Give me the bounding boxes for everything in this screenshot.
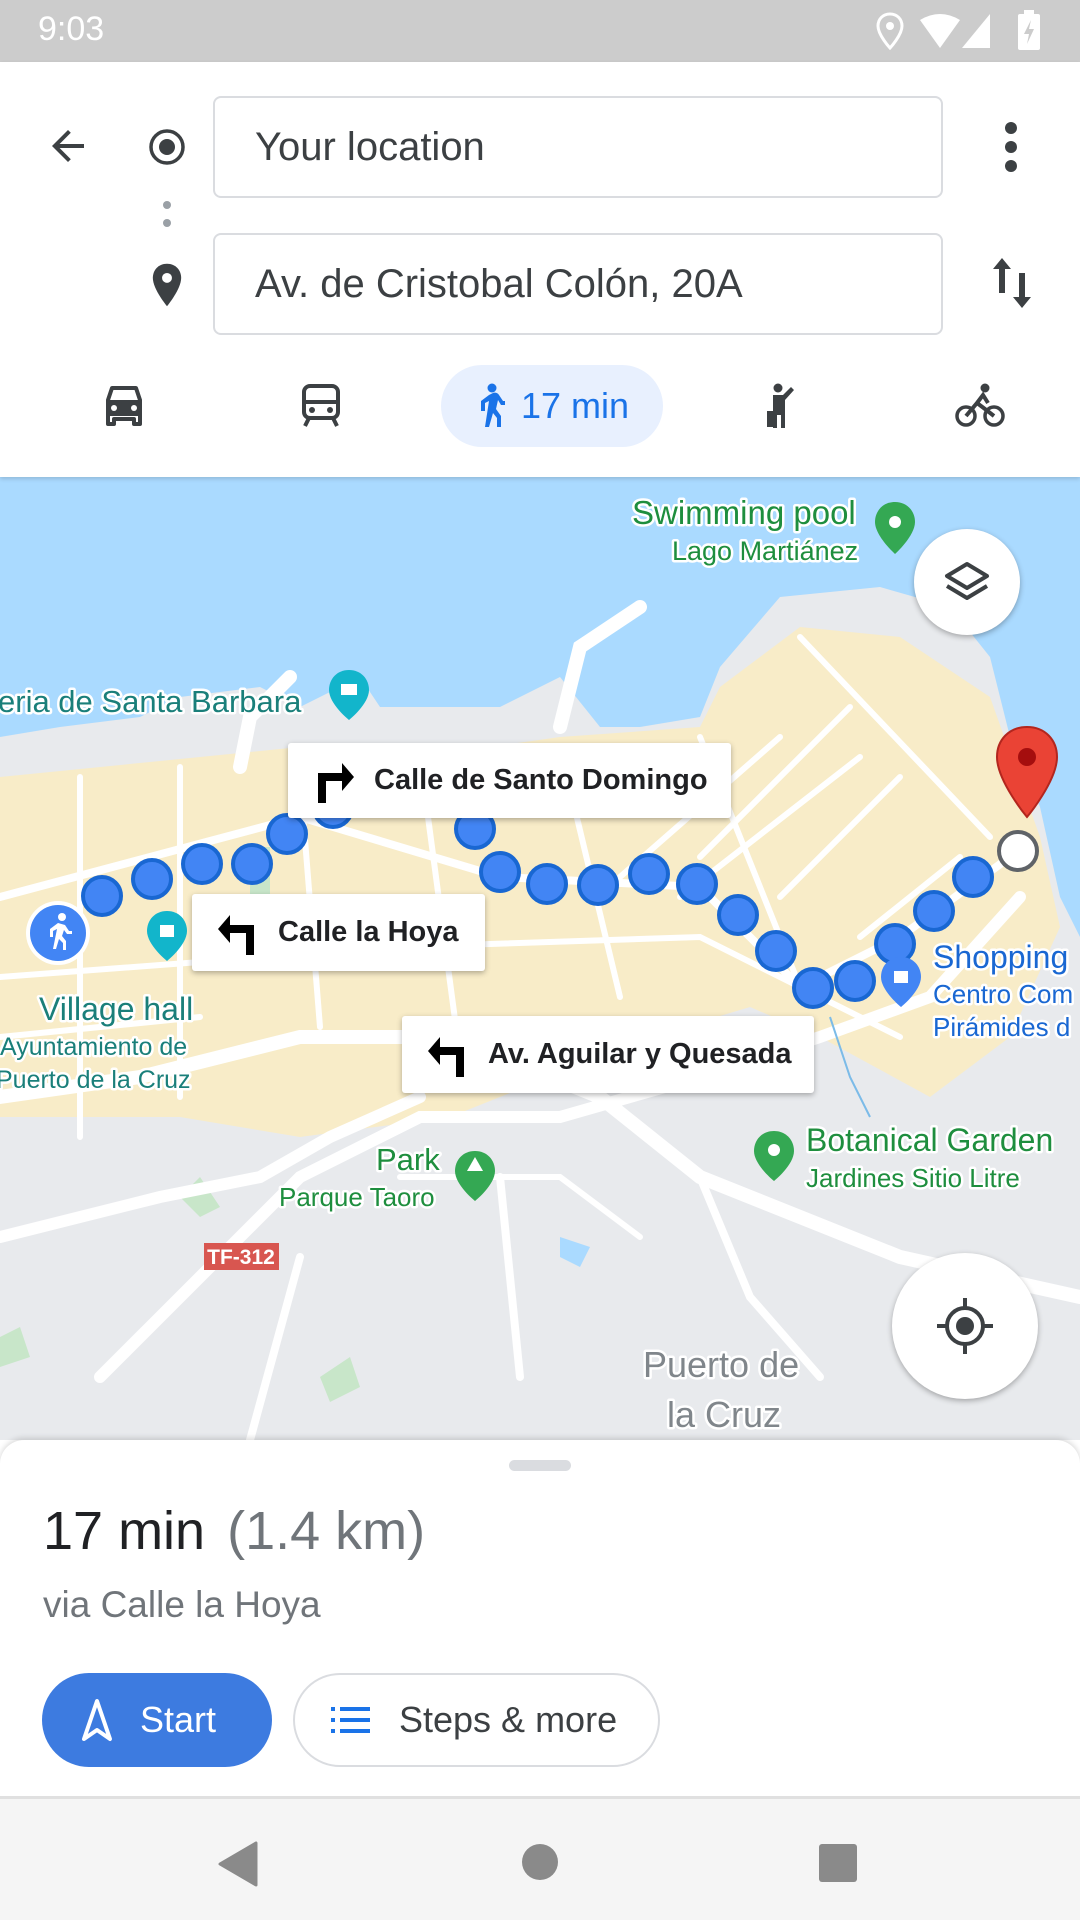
my-location-icon (937, 1298, 993, 1354)
layers-button[interactable] (914, 529, 1020, 635)
map-label-city: Puerto de (643, 1344, 799, 1385)
route-dot (874, 923, 916, 965)
start-label: Start (140, 1699, 217, 1740)
wifi-icon (920, 14, 960, 48)
turn-left-icon (218, 914, 254, 955)
mode-driving-tab[interactable] (84, 365, 164, 447)
turn-callout-aguilar[interactable]: Av. Aguilar y Quesada (402, 1016, 814, 1093)
navigation-arrow-icon (82, 1699, 112, 1741)
walker-start-icon (26, 901, 90, 965)
car-icon (106, 386, 142, 426)
nav-recents-icon[interactable] (818, 1843, 858, 1883)
more-options-icon[interactable] (1000, 120, 1022, 174)
start-button[interactable]: Start (42, 1673, 272, 1767)
map-label-shopping[interactable]: Shopping (931, 937, 1071, 978)
route-dot (181, 843, 223, 885)
destination-marker (997, 830, 1039, 872)
route-dot (834, 960, 876, 1002)
nav-back-icon[interactable] (218, 1841, 258, 1887)
origin-icon (149, 129, 185, 165)
map-label-jardines: Jardines Sitio Litre (806, 1163, 1020, 1193)
callout-street: Calle la Hoya (278, 916, 459, 948)
route-dot (952, 856, 994, 898)
route-dot (131, 858, 173, 900)
mode-walking-tab[interactable]: 17 min (441, 365, 663, 447)
system-nav-bar (0, 1796, 1080, 1920)
route-dot (913, 890, 955, 932)
map-label-city-2: la Cruz (667, 1394, 781, 1435)
directions-header: Your location Av. de Cristobal Colón, 20… (0, 62, 1080, 477)
route-dot (628, 853, 670, 895)
turn-left-icon (428, 1036, 464, 1077)
destination-pin-icon (152, 263, 182, 307)
turn-right-icon (318, 762, 354, 803)
route-dot (577, 864, 619, 906)
road-badge-text: TF-312 (207, 1246, 275, 1269)
map-label-santa-barbara[interactable]: eria de Santa Barbara (0, 682, 305, 722)
back-arrow-icon[interactable] (44, 122, 92, 170)
route-dot (755, 930, 797, 972)
route-dot (479, 851, 521, 893)
route-distance: (1.4 km) (227, 1501, 426, 1561)
turn-callout-santo-domingo[interactable]: Calle de Santo Domingo (288, 743, 731, 818)
route-dot (792, 967, 834, 1009)
nav-home-icon[interactable] (520, 1842, 560, 1882)
my-location-button[interactable] (892, 1253, 1038, 1399)
map-label-botanical-garden[interactable]: Botanical Garden (804, 1120, 1056, 1161)
walk-icon (480, 383, 505, 427)
callout-street: Av. Aguilar y Quesada (488, 1038, 792, 1070)
map-label-village-hall[interactable]: Village hall (37, 989, 196, 1030)
route-summary-sheet: 17 min (1.4 km) via Calle la Hoya Start … (0, 1440, 1080, 1796)
map-label-piramides: Pirámides d (933, 1012, 1070, 1042)
status-bar: 9:03 (0, 0, 1080, 62)
list-icon (331, 1707, 370, 1733)
route-dots-icon (163, 201, 171, 227)
map-label-park[interactable]: Park (374, 1140, 443, 1180)
steps-label: Steps & more (399, 1699, 618, 1740)
route-via: via Calle la Hoya (43, 1584, 321, 1625)
route-dot (717, 894, 759, 936)
route-duration: 17 min (43, 1501, 206, 1561)
route-dot (526, 863, 568, 905)
location-icon (876, 12, 904, 50)
map-label-puerto-de-la-cruz: Puerto de la Cruz (0, 1066, 191, 1094)
walking-duration: 17 min (520, 385, 630, 426)
mode-ride-hail-tab[interactable] (742, 365, 822, 447)
turn-callout-la-hoya[interactable]: Calle la Hoya (192, 894, 485, 971)
ride-hail-icon (767, 383, 794, 428)
signal-icon (962, 14, 990, 48)
map-label-centro: Centro Com (933, 979, 1073, 1009)
route-dot (266, 813, 308, 855)
route-dot (231, 843, 273, 885)
route-dot (81, 875, 123, 917)
map-label-lago: Lago Martiánez (672, 536, 858, 566)
bus-icon (302, 384, 340, 427)
destination-input[interactable]: Av. de Cristobal Colón, 20A (213, 233, 943, 335)
swap-icon[interactable] (990, 256, 1034, 310)
route-summary: 17 min (1.4 km) (43, 1500, 425, 1562)
drag-handle[interactable] (509, 1460, 571, 1471)
origin-input[interactable]: Your location (213, 96, 943, 198)
status-time: 9:03 (38, 10, 105, 48)
route-dot (676, 863, 718, 905)
steps-more-button[interactable]: Steps & more (293, 1673, 660, 1767)
map-label-swimming-pool[interactable]: Swimming pool (630, 492, 859, 534)
layers-icon (945, 562, 989, 600)
map-label-parque-taoro: Parque Taoro (279, 1182, 435, 1212)
map-view[interactable]: Swimming pool Lago Martiánez eria de San… (0, 477, 1080, 1440)
map-label-ayuntamiento: Ayuntamiento de (0, 1033, 187, 1061)
callout-street: Calle de Santo Domingo (374, 764, 708, 796)
pond (560, 1237, 590, 1267)
mode-transit-tab[interactable] (281, 365, 361, 447)
bike-icon (955, 383, 1005, 427)
battery-charging-icon (1018, 10, 1040, 50)
mode-bike-tab[interactable] (940, 365, 1020, 447)
